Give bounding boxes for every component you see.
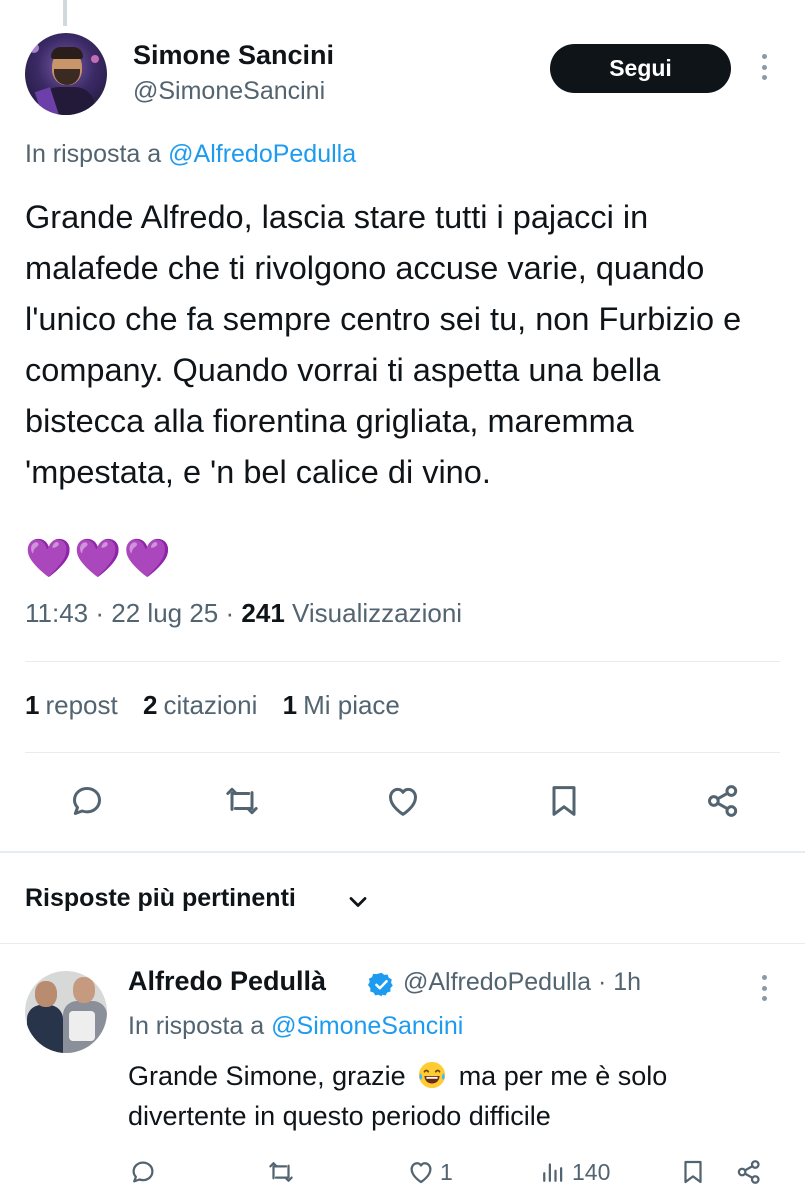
thread-connector xyxy=(63,0,67,26)
purple-hearts-emoji: 💜💜💜 xyxy=(25,538,173,580)
tweet-time[interactable]: 11:43 xyxy=(25,598,88,628)
quotes-count: 2 xyxy=(142,690,158,720)
reply-like-count: 1 xyxy=(440,1158,453,1185)
author-handle[interactable]: @SimoneSancini xyxy=(133,77,325,106)
likes-label: Mi piace xyxy=(303,690,400,720)
reply-like-button[interactable]: 1 xyxy=(406,1155,453,1189)
share-button[interactable] xyxy=(700,778,746,824)
reply-icon xyxy=(132,1161,154,1183)
replies-sort-label[interactable]: Risposte più pertinenti xyxy=(25,884,296,913)
bookmark-icon xyxy=(552,786,576,816)
quotes-label: citazioni xyxy=(163,690,258,720)
reply-author-handle[interactable]: @AlfredoPedulla xyxy=(403,968,591,996)
reply-bookmark-button[interactable] xyxy=(678,1155,708,1189)
like-icon xyxy=(410,1162,432,1184)
reply-icon xyxy=(73,787,101,815)
reply-author-avatar[interactable] xyxy=(25,971,107,1053)
views-label: Visualizzazioni xyxy=(292,598,463,628)
reply-views-count: 140 xyxy=(572,1158,611,1185)
reply-text-part1: Grande Simone, grazie xyxy=(128,1061,406,1091)
reply-more-options-icon[interactable] xyxy=(760,975,768,1001)
reply-author-meta: @AlfredoPedulla · 1h xyxy=(403,968,641,997)
reply-views-button[interactable]: 140 xyxy=(538,1155,610,1189)
analytics-icon xyxy=(543,1163,563,1182)
likes-count: 1 xyxy=(282,690,298,720)
follow-button[interactable]: Segui xyxy=(550,44,731,93)
reply-age[interactable]: 1h xyxy=(613,968,641,996)
reply-author-name[interactable]: Alfredo Pedullà xyxy=(128,966,326,997)
reply-repost-button[interactable] xyxy=(266,1155,296,1189)
reply-prefix: In risposta a xyxy=(25,140,162,168)
likes-stat[interactable]: 1 Mi piace xyxy=(283,690,400,720)
share-icon xyxy=(737,1160,760,1184)
reply-button[interactable] xyxy=(64,778,110,824)
reposts-stat[interactable]: 1 repost xyxy=(25,690,118,720)
reply-reply-button[interactable] xyxy=(128,1155,158,1189)
reply-context: In risposta a @SimoneSancini xyxy=(128,1012,463,1041)
reply-to-handle-link[interactable]: @AlfredoPedulla xyxy=(168,140,356,168)
reply-text: Grande Simone, grazie ma per me è solo d… xyxy=(128,1056,788,1136)
tweet-date[interactable]: 22 lug 25 xyxy=(111,598,218,628)
engagement-stats: 1 repost 2 citazioni 1 Mi piace xyxy=(25,690,400,721)
bookmark-button[interactable] xyxy=(541,778,587,824)
repost-button[interactable] xyxy=(219,778,265,824)
section-divider xyxy=(0,851,805,853)
retweet-icon xyxy=(269,1162,293,1182)
face-with-tears-of-joy-icon xyxy=(419,1061,446,1089)
author-avatar[interactable] xyxy=(25,33,107,115)
divider xyxy=(25,661,780,662)
views-count: 241 xyxy=(241,598,285,628)
tweet-meta: 11:43 · 22 lug 25 · 241 Visualizzazioni xyxy=(25,598,462,629)
divider xyxy=(0,943,805,944)
more-options-icon[interactable] xyxy=(760,54,768,80)
meta-separator: · xyxy=(597,968,607,996)
reply-to-handle-link[interactable]: @SimoneSancini xyxy=(271,1012,463,1040)
meta-separator: · xyxy=(225,598,235,628)
reposts-count: 1 xyxy=(25,690,40,720)
verified-badge-icon[interactable] xyxy=(368,971,395,998)
reposts-label: repost xyxy=(45,690,118,720)
bookmark-icon xyxy=(684,1160,702,1184)
reply-share-button[interactable] xyxy=(734,1155,764,1189)
tweet-text: Grande Alfredo, lascia stare tutti i paj… xyxy=(25,199,742,490)
reply-prefix: In risposta a xyxy=(128,1012,265,1040)
author-name[interactable]: Simone Sancini xyxy=(133,40,334,71)
chevron-down-icon[interactable] xyxy=(344,888,372,916)
meta-separator: · xyxy=(95,598,105,628)
like-icon xyxy=(389,787,417,816)
reply-context: In risposta a @AlfredoPedulla xyxy=(25,140,356,169)
retweet-icon xyxy=(226,787,258,815)
divider xyxy=(25,752,780,753)
like-button[interactable] xyxy=(380,778,426,824)
quotes-stat[interactable]: 2 citazioni xyxy=(143,690,257,720)
share-icon xyxy=(708,785,738,817)
